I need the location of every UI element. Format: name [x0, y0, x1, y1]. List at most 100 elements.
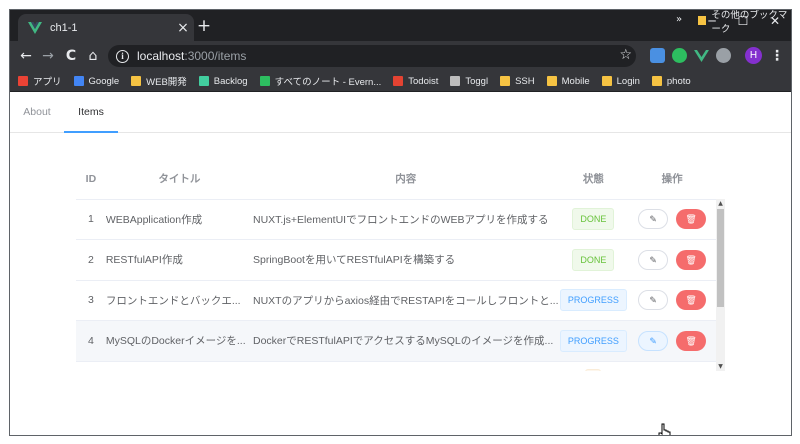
- status-badge: PROGRESS: [559, 289, 627, 312]
- header-title: タイトル: [105, 159, 253, 200]
- toggl-icon: [450, 76, 461, 86]
- bookmark-item[interactable]: アプリ: [18, 74, 62, 88]
- bookmark-item[interactable]: SSH: [500, 76, 535, 87]
- todoist-icon: [393, 76, 404, 86]
- delete-button[interactable]: 🗑: [676, 249, 707, 270]
- edit-button[interactable]: ✎: [638, 290, 669, 311]
- scrollbar-thumb[interactable]: [717, 209, 724, 307]
- delete-button[interactable]: 🗑: [676, 330, 707, 351]
- header-ops: 操作: [628, 159, 716, 200]
- folder-icon: [601, 76, 612, 86]
- bookmark-item[interactable]: すべてのノート - Evern...: [259, 74, 381, 88]
- new-tab-button[interactable]: +: [194, 18, 214, 35]
- folder-icon: [131, 76, 142, 86]
- edit-button[interactable]: ✎: [638, 249, 669, 270]
- edit-button[interactable]: ✎: [638, 330, 669, 351]
- folder-icon: [651, 76, 662, 86]
- cell-ops: ✎🗑: [628, 239, 716, 281]
- header-body: 内容: [253, 159, 559, 200]
- bookmark-item[interactable]: Login: [601, 75, 640, 87]
- table-scrollbar[interactable]: ▲ ▼: [716, 199, 725, 371]
- back-button[interactable]: ←: [16, 46, 36, 66]
- other-bookmarks[interactable]: その他のブックマーク: [698, 10, 791, 35]
- url-host: localhost: [137, 49, 185, 63]
- bookmark-item[interactable]: Backlog: [198, 76, 248, 87]
- cell-body: NUXTのアプリからaxios経由でRESTAPIをコールしフロントと...: [253, 280, 559, 321]
- status-badge: DONE: [572, 208, 615, 231]
- other-bookmarks-label: その他のブックマーク: [711, 9, 788, 35]
- bookmarks-more-icon[interactable]: »: [676, 14, 682, 25]
- page-content: About Items ID タイトル 内容 状態 操作 1 WEBApplica…: [10, 93, 791, 435]
- evernote-icon: [259, 76, 270, 86]
- reload-button[interactable]: C: [61, 46, 81, 66]
- url-path: :3000/items: [184, 49, 247, 63]
- bookmark-item[interactable]: photo: [651, 75, 691, 87]
- cell-id: 1: [76, 199, 106, 240]
- cell-title: WEBApplication作成: [105, 199, 253, 240]
- cell-ops: ✎🗑: [628, 320, 716, 362]
- browser-window: ch1-1 × + ─ ☐ ✕ ← → C ⌂ i localhost:3000…: [9, 9, 792, 436]
- bookmark-label: Google: [88, 75, 120, 87]
- scroll-up-icon[interactable]: ▲: [717, 200, 724, 207]
- bookmark-label: photo: [666, 75, 691, 87]
- info-icon[interactable]: i: [116, 49, 129, 63]
- bookmark-label: Toggl: [465, 75, 489, 87]
- cell-body: DockerでRESTfulAPIでアクセスするMySQLのイメージを作成...: [253, 320, 559, 362]
- edit-button[interactable]: ✎: [638, 209, 669, 230]
- bookmarks-bar: アプリ Google WEB開発 Backlog すべてのノート - Evern... T…: [10, 71, 791, 92]
- folder-icon: [698, 16, 707, 25]
- vue-devtools-icon[interactable]: [694, 48, 709, 63]
- bookmark-label: アプリ: [33, 77, 62, 88]
- google-icon: [73, 76, 84, 86]
- header-status: 状態: [558, 159, 629, 200]
- title-bar: ch1-1 × + ─ ☐ ✕: [10, 10, 791, 41]
- nav-menu: About Items: [10, 93, 791, 133]
- delete-button[interactable]: 🗑: [676, 209, 707, 230]
- bookmark-item[interactable]: Mobile: [546, 76, 590, 87]
- table-row[interactable]: 4 MySQLのDockerイメージを... DockerでRESTfulAPIでア…: [76, 320, 716, 362]
- address-bar[interactable]: i localhost:3000/items ☆: [108, 45, 636, 67]
- table-row[interactable]: 3 フロントエンドとバックエ... NUXTのアプリからaxios経由でRESTAP…: [76, 280, 716, 321]
- menu-item-about[interactable]: About: [10, 93, 64, 133]
- status-badge: DONE: [572, 248, 615, 271]
- bookmark-label: Login: [616, 75, 640, 87]
- forward-button[interactable]: →: [38, 46, 58, 66]
- tab-title: ch1-1: [50, 21, 78, 34]
- evernote-extension-icon[interactable]: [672, 48, 687, 63]
- backlog-icon: [198, 76, 209, 86]
- bookmark-star-icon[interactable]: ☆: [619, 47, 632, 63]
- cell-id: 2: [76, 239, 106, 281]
- cell-status: DONE: [558, 199, 629, 240]
- header-id: ID: [76, 159, 106, 200]
- delete-button[interactable]: 🗑: [676, 290, 707, 311]
- bookmark-item[interactable]: Google: [73, 75, 120, 87]
- scroll-down-icon[interactable]: ▼: [717, 363, 724, 370]
- table-row[interactable]: 2 RESTfulAPI作成 SpringBootを用いてRESTfulAPIを構築…: [76, 239, 716, 281]
- cell-status: DONE: [558, 239, 629, 281]
- menu-kebab-icon[interactable]: ⋮: [770, 46, 784, 66]
- bookmark-item[interactable]: Toggl: [450, 76, 488, 87]
- cell-title: MySQLのDockerイメージを...: [105, 320, 253, 362]
- cell-id: 4: [76, 320, 106, 362]
- cell-ops: ✎🗑: [628, 280, 716, 321]
- close-tab-icon[interactable]: ×: [172, 21, 194, 35]
- bookmark-item[interactable]: Todoist: [393, 76, 438, 87]
- cell-title: RESTfulAPI作成: [105, 239, 253, 281]
- extension-badge-icon[interactable]: [716, 48, 731, 63]
- cell-title: フロントエンドとバックエ...: [105, 280, 253, 321]
- table-header-row: ID タイトル 内容 状態 操作: [76, 159, 716, 200]
- cell-status: PROGRESS: [558, 280, 629, 321]
- menu-item-items[interactable]: Items: [64, 93, 118, 133]
- cell-body: NUXT.js+ElementUIでフロントエンドのWEBアプリを作成する: [253, 199, 559, 240]
- bookmark-item[interactable]: WEB開発: [131, 74, 187, 88]
- vue-icon: [28, 21, 42, 34]
- home-button[interactable]: ⌂: [83, 46, 103, 66]
- folder-icon: [546, 76, 557, 86]
- bookmark-label: Todoist: [408, 75, 439, 87]
- table-row[interactable]: 1 WEBApplication作成 NUXT.js+ElementUIでフロントエ…: [76, 199, 716, 240]
- cell-id: 3: [76, 280, 106, 321]
- cell-ops: ✎🗑: [628, 199, 716, 240]
- profile-avatar[interactable]: H: [745, 47, 762, 64]
- browser-tab[interactable]: ch1-1 ×: [18, 14, 194, 41]
- extension-cloud-icon[interactable]: [650, 48, 665, 63]
